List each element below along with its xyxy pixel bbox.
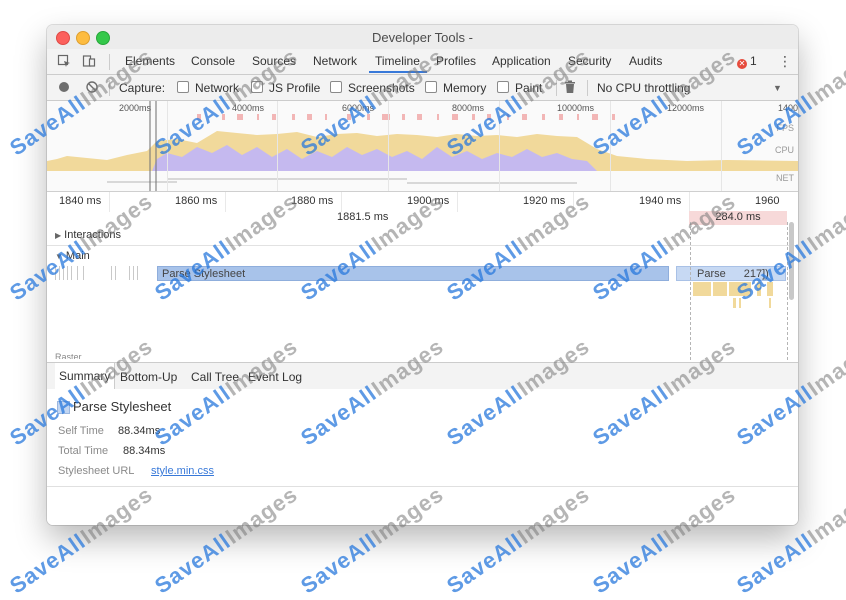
checkbox-box[interactable]: [330, 81, 342, 93]
network-checkbox[interactable]: Network: [177, 81, 239, 95]
ruler-tick: 1940 ms: [639, 195, 682, 207]
tab-bottom-up[interactable]: Bottom-Up: [120, 370, 177, 384]
window-title: Developer Tools -: [372, 30, 473, 45]
timeline-ruler: 1840 ms 1860 ms 1880 ms 1900 ms 1920 ms …: [47, 192, 798, 212]
parse-bar[interactable]: Parse 217]): [676, 266, 786, 281]
raster-track[interactable]: Raster: [55, 352, 82, 359]
stylesheet-url-link[interactable]: style.min.css: [151, 465, 214, 477]
tab-call-tree[interactable]: Call Tree: [191, 370, 239, 384]
tab-elements[interactable]: Elements: [125, 54, 175, 68]
device-mode-icon[interactable]: [82, 54, 96, 68]
devtools-window: Developer Tools - Elements Console Sourc…: [47, 25, 798, 525]
record-icon[interactable]: [57, 80, 71, 94]
overview-tick: 1400: [778, 103, 798, 113]
selection-handle-left[interactable]: [149, 101, 151, 191]
capture-label: Capture:: [119, 81, 166, 95]
trash-icon[interactable]: [563, 80, 577, 94]
event-title: Parse Stylesheet: [73, 399, 172, 414]
tab-profiles[interactable]: Profiles: [436, 54, 476, 68]
ruler-tick: 1920 ms: [523, 195, 566, 207]
cpu-lane-label: CPU: [774, 145, 794, 155]
selection-handle-right[interactable]: [155, 101, 157, 191]
toolbar-divider: [109, 54, 110, 70]
selection-boundary: [787, 222, 788, 360]
tab-console[interactable]: Console: [191, 54, 235, 68]
main-track[interactable]: ▼ Main: [55, 250, 90, 262]
overview-tick: 8000ms: [452, 103, 485, 113]
ruler-tick: 1880 ms: [291, 195, 334, 207]
error-count: 1: [750, 54, 757, 68]
category-swatch: [57, 401, 70, 414]
overview-tick: 6000ms: [342, 103, 375, 113]
inspect-element-icon[interactable]: [57, 54, 71, 68]
overview-graph: [47, 113, 798, 184]
tab-sources[interactable]: Sources: [252, 54, 296, 68]
fps-lane-label: FPS: [776, 123, 794, 133]
toolbar-divider: [109, 80, 110, 96]
error-icon: ✕: [737, 59, 747, 69]
more-options-icon[interactable]: ⋮: [778, 53, 792, 70]
checkbox-label: Screenshots: [348, 81, 415, 95]
js-profile-checkbox[interactable]: JS Profile: [251, 81, 320, 95]
ruler-tick: 1860 ms: [175, 195, 218, 207]
tab-application[interactable]: Application: [492, 54, 551, 68]
timeline-toolbar: Capture: Network JS Profile Screenshots …: [47, 75, 798, 101]
screenshots-checkbox[interactable]: Screenshots: [330, 81, 415, 95]
stylesheet-url-label: Stylesheet URL: [58, 465, 135, 477]
tab-timeline[interactable]: Timeline: [375, 54, 420, 68]
tab-event-log[interactable]: Event Log: [248, 370, 302, 384]
overview-tick: 12000ms: [667, 103, 705, 113]
cursor-time-label: 1881.5 ms: [337, 211, 389, 223]
net-lane-label: NET: [776, 173, 794, 183]
main-track-tasks: [55, 266, 138, 280]
self-time-value: 88.34ms: [118, 425, 161, 437]
timeline-overview[interactable]: 2000ms 4000ms 6000ms 8000ms 10000ms 1200…: [47, 101, 798, 192]
checkbox-label: Network: [195, 81, 240, 95]
total-time-label: Total Time: [58, 445, 109, 457]
ruler-tick: 1840 ms: [59, 195, 102, 207]
toolbar-divider: [556, 80, 557, 96]
memory-checkbox[interactable]: Memory: [425, 81, 486, 95]
total-time-value: 88.34ms: [123, 445, 166, 457]
toolbar-divider: [587, 80, 588, 96]
flame-chart[interactable]: 1881.5 ms 284.0 ms ▶ Interactions ▼ Main P…: [47, 211, 798, 360]
overview-tick: 10000ms: [557, 103, 595, 113]
paint-checkbox[interactable]: Paint: [497, 81, 542, 95]
active-tab-indicator: [369, 71, 427, 73]
tab-security[interactable]: Security: [568, 54, 611, 68]
tab-network[interactable]: Network: [313, 54, 357, 68]
error-counter[interactable]: ✕ 1: [737, 54, 757, 69]
checkbox-label: Memory: [443, 81, 487, 95]
self-time-label: Self Time: [58, 425, 104, 437]
overview-tick: 2000ms: [119, 103, 152, 113]
checkbox-box[interactable]: [497, 81, 509, 93]
parse-stylesheet-bar[interactable]: Parse Stylesheet: [157, 266, 669, 281]
ruler-tick: 1960: [755, 195, 780, 207]
child-task-blocks: [693, 282, 773, 308]
selection-duration: 284.0 ms: [689, 211, 787, 225]
dropdown-arrow-icon[interactable]: ▼: [773, 83, 782, 93]
details-tab-bar: Summary Bottom-Up Call Tree Event Log: [47, 362, 798, 390]
checkbox-box[interactable]: [425, 81, 437, 93]
checkbox-label: JS Profile: [269, 81, 321, 95]
vertical-scrollbar[interactable]: [789, 222, 794, 300]
checkbox-label: Paint: [515, 81, 543, 95]
expand-triangle-icon[interactable]: ▶: [55, 231, 61, 240]
interactions-track[interactable]: ▶ Interactions: [55, 229, 121, 241]
checkbox-box[interactable]: [177, 81, 189, 93]
summary-panel: Parse Stylesheet Self Time 88.34ms Total…: [47, 389, 798, 487]
details-footer: [47, 486, 798, 525]
tab-summary[interactable]: Summary: [55, 363, 116, 389]
overview-tick: 4000ms: [232, 103, 265, 113]
selection-boundary: [690, 222, 691, 360]
clear-icon[interactable]: [85, 80, 99, 94]
tab-audits[interactable]: Audits: [629, 54, 662, 68]
title-bar: Developer Tools -: [47, 25, 798, 50]
panel-tab-bar: Elements Console Sources Network Timelin…: [47, 49, 798, 75]
collapse-triangle-icon[interactable]: ▼: [55, 252, 63, 261]
cpu-throttling-select[interactable]: No CPU throttling: [597, 81, 690, 95]
ruler-tick: 1900 ms: [407, 195, 450, 207]
checkbox-box[interactable]: [251, 81, 263, 93]
